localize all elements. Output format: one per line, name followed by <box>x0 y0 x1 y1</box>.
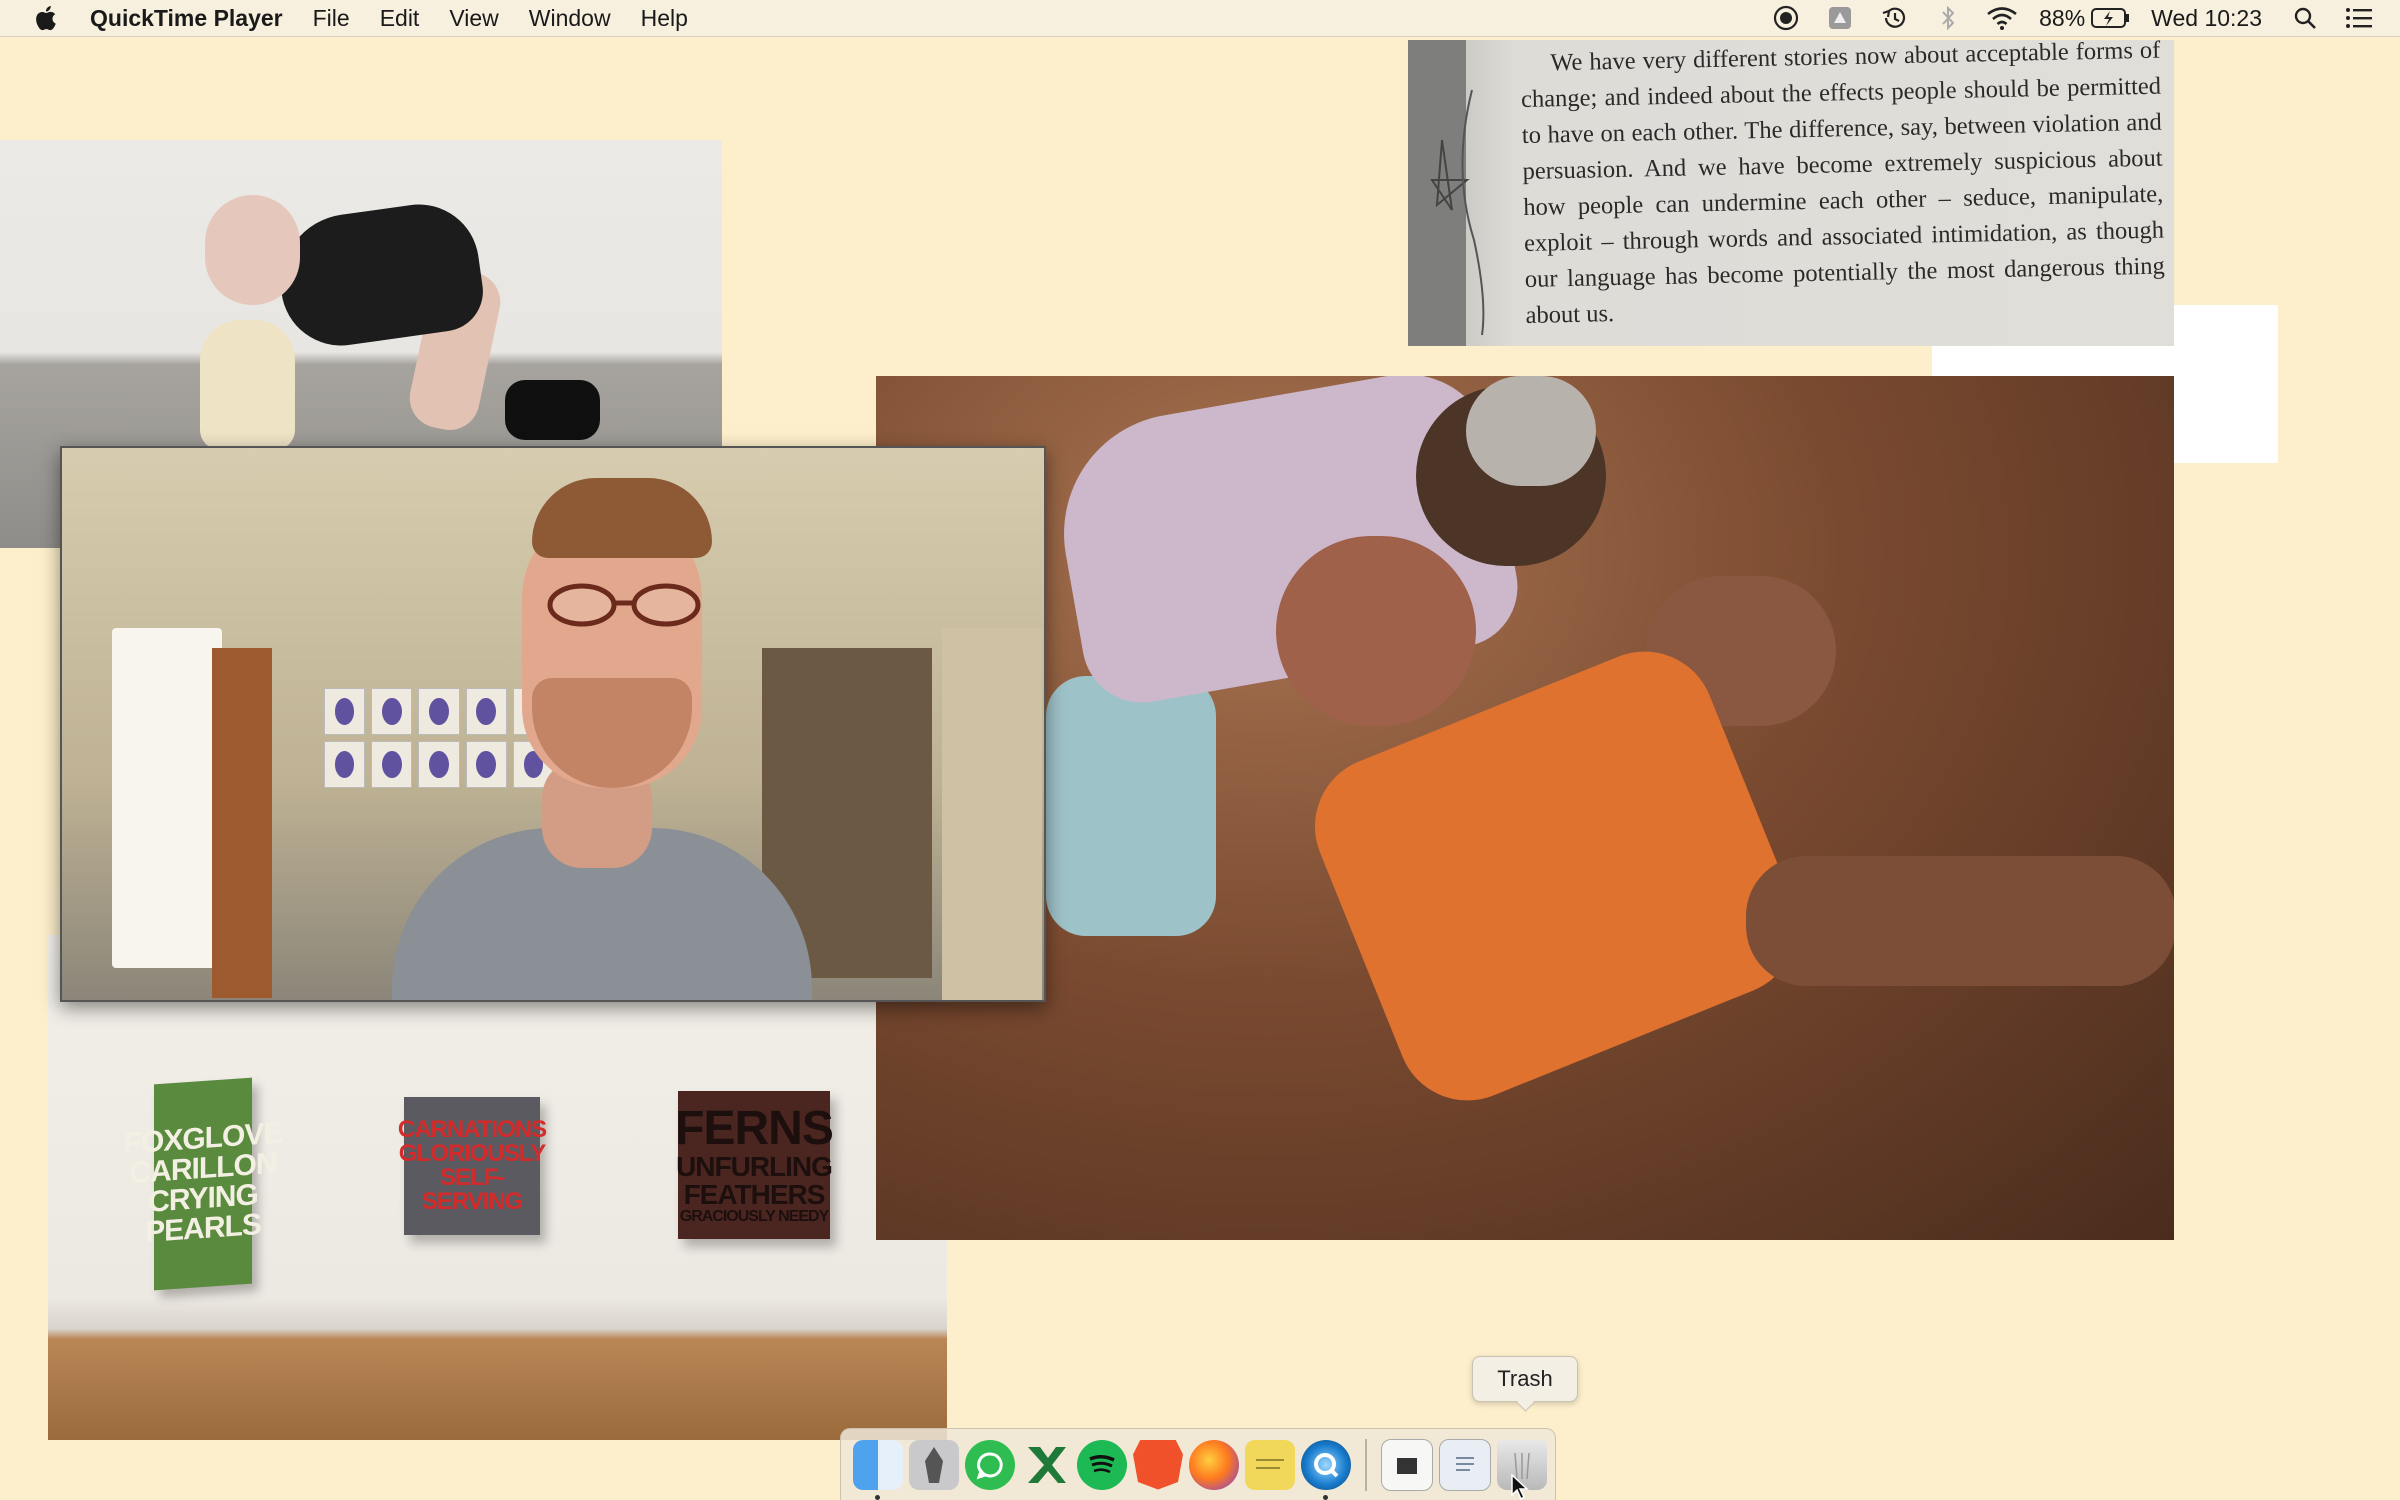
firefox-icon[interactable] <box>1189 1439 1239 1490</box>
menu-view[interactable]: View <box>449 5 498 32</box>
battery-percentage: 88% <box>2039 4 2086 31</box>
print <box>371 688 413 735</box>
canvas-line: FERNS <box>675 1102 834 1155</box>
menu-help[interactable]: Help <box>641 5 688 32</box>
canvas-ferns: FERNS UNFURLING FEATHERS GRACIOUSLY NEED… <box>675 1091 834 1239</box>
document-icon[interactable] <box>1381 1438 1433 1491</box>
finder-icon[interactable] <box>853 1439 903 1500</box>
blonde-wig <box>200 320 295 450</box>
app-name-menu[interactable]: QuickTime Player <box>90 5 283 32</box>
launchpad-icon[interactable] <box>909 1439 959 1490</box>
book-text: We have very different stories now about… <box>1520 40 2166 329</box>
outstretched-legs <box>1746 856 2174 986</box>
pencil-star-doodle <box>1430 89 1485 336</box>
canvas-line: CARNATIONS <box>397 1116 547 1143</box>
bald-head <box>1276 536 1476 726</box>
clock[interactable]: Wed 10:23 <box>2151 5 2262 32</box>
grey-hair <box>1466 376 1596 486</box>
hair <box>532 478 712 558</box>
wifi-icon[interactable] <box>1985 3 2019 33</box>
quicktime-webcam-window[interactable] <box>60 446 1046 1002</box>
brave-icon[interactable] <box>1133 1439 1183 1490</box>
canvas-foxglove: FOXGLOVE CARILLON CRYING PEARLS <box>124 1077 282 1291</box>
mouse-pointer-icon <box>1511 1474 1529 1500</box>
menu-file[interactable]: File <box>313 5 350 32</box>
canvas-carnations: CARNATIONS GLORIOUSLY SELF-SERVING <box>398 1097 547 1235</box>
stickies-icon[interactable] <box>1245 1439 1295 1490</box>
bluetooth-icon[interactable] <box>1931 3 1965 33</box>
print <box>324 741 366 788</box>
print <box>371 741 413 788</box>
document-icon[interactable] <box>1439 1438 1491 1491</box>
time-machine-icon[interactable] <box>1877 3 1911 33</box>
canvas-line: PEARLS <box>145 1207 261 1250</box>
book-paragraph: We have very different stories now about… <box>1520 40 2166 334</box>
canvas-line: GLORIOUSLY <box>398 1140 546 1167</box>
spotify-icon[interactable] <box>1077 1439 1127 1490</box>
canvas-line: GRACIOUSLY NEEDY <box>679 1208 829 1225</box>
notification-center-icon[interactable] <box>2342 3 2376 33</box>
glasses <box>547 583 701 627</box>
menu-edit[interactable]: Edit <box>380 5 420 32</box>
gallery-photo: FOXGLOVE CARILLON CRYING PEARLS CARNATIO… <box>48 935 947 1440</box>
screen-record-icon[interactable] <box>1769 3 1803 33</box>
dock-separator <box>1365 1438 1367 1491</box>
embrace-photo <box>876 376 2174 1240</box>
canvas-line: SELF-SERVING <box>421 1164 524 1215</box>
quicktime-icon[interactable] <box>1301 1439 1351 1500</box>
curtain <box>212 648 272 998</box>
wall-prints <box>324 688 554 788</box>
room-window <box>112 628 222 968</box>
drive-icon[interactable] <box>1823 3 1857 33</box>
status-area: 88% Wed 10:23 <box>1769 0 2400 36</box>
print <box>418 741 460 788</box>
print <box>324 688 366 735</box>
canvas-line: UNFURLING <box>676 1151 833 1182</box>
dancer-head <box>205 195 300 305</box>
dock <box>840 1428 1556 1500</box>
print <box>465 741 507 788</box>
canvas-line: FEATHERS <box>683 1179 826 1210</box>
print <box>465 688 507 735</box>
patterned-shorts <box>1046 676 1216 936</box>
spotlight-search-icon[interactable] <box>2288 3 2322 33</box>
dancer-boot <box>505 380 600 440</box>
whatsapp-icon[interactable] <box>965 1439 1015 1490</box>
apple-menu-icon[interactable] <box>32 3 62 33</box>
dock-tooltip: Trash <box>1472 1356 1578 1402</box>
battery-charging-icon[interactable] <box>2091 3 2131 33</box>
menu-window[interactable]: Window <box>529 5 611 32</box>
book-page-scan: We have very different stories now about… <box>1408 40 2174 346</box>
excel-icon[interactable] <box>1021 1440 1071 1490</box>
print <box>418 688 460 735</box>
menu-bar: QuickTime Player File Edit View Window H… <box>0 0 2400 37</box>
doorway <box>942 628 1042 1000</box>
